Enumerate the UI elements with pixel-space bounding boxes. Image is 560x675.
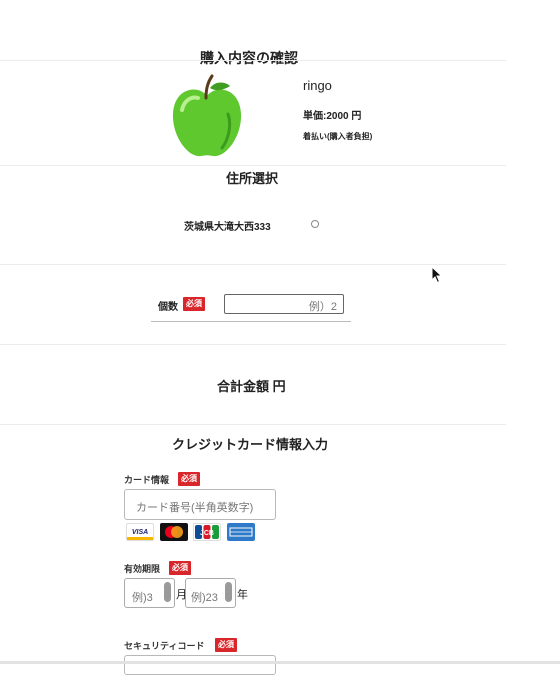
quantity-underline xyxy=(151,321,351,322)
page-title: 購入内容の確認 xyxy=(200,50,298,66)
product-name: ringo xyxy=(303,78,332,93)
card-number-placeholder: カード番号(半角英数字) xyxy=(136,502,254,514)
apple-icon xyxy=(172,74,242,157)
product-image xyxy=(168,74,246,160)
address-section-title: 住所選択 xyxy=(226,171,279,186)
mouse-cursor-icon xyxy=(431,265,443,289)
divider xyxy=(0,424,506,425)
year-placeholder: 例)23 xyxy=(191,592,218,604)
quantity-placeholder: 例）2 xyxy=(308,301,337,313)
card-info-label: カード情報 xyxy=(124,475,170,485)
expiry-year-stepper[interactable]: 例)23 xyxy=(185,578,236,608)
visa-icon: VISA xyxy=(126,523,154,541)
quantity-label: 個数 xyxy=(158,302,178,313)
address-radio[interactable] xyxy=(311,220,319,228)
amex-icon xyxy=(227,523,255,541)
svg-text:JCB: JCB xyxy=(200,530,214,537)
month-stepper-handle[interactable] xyxy=(164,582,171,602)
month-placeholder: 例)3 xyxy=(132,592,153,604)
security-code-label: セキュリティコード xyxy=(124,641,205,651)
expiry-month-stepper[interactable]: 例)3 xyxy=(124,578,175,608)
credit-section-title: クレジットカード情報入力 xyxy=(172,437,329,452)
required-badge: 必須 xyxy=(178,472,200,486)
required-badge: 必須 xyxy=(183,297,205,311)
unit-price: 単価:2000 円 xyxy=(303,111,362,122)
divider xyxy=(0,60,506,61)
required-badge: 必須 xyxy=(169,561,191,575)
security-code-input[interactable] xyxy=(124,655,276,675)
address-option-label: 茨城県大滝大西333 xyxy=(184,222,271,233)
divider xyxy=(0,344,506,345)
total-label: 合計金額 円 xyxy=(217,379,286,394)
divider xyxy=(0,264,506,265)
year-unit: 年 xyxy=(237,589,248,601)
mastercard-icon xyxy=(160,523,188,541)
jcb-icon: JCB xyxy=(193,523,221,541)
quantity-input[interactable]: 例）2 xyxy=(224,294,344,314)
divider xyxy=(0,165,506,166)
shipping-note: 着払い(購入者負担) xyxy=(303,132,373,141)
expiry-label: 有効期限 xyxy=(124,564,161,574)
required-badge: 必須 xyxy=(215,638,237,652)
year-stepper-handle[interactable] xyxy=(225,582,232,602)
card-number-input[interactable]: カード番号(半角英数字) xyxy=(124,489,276,520)
